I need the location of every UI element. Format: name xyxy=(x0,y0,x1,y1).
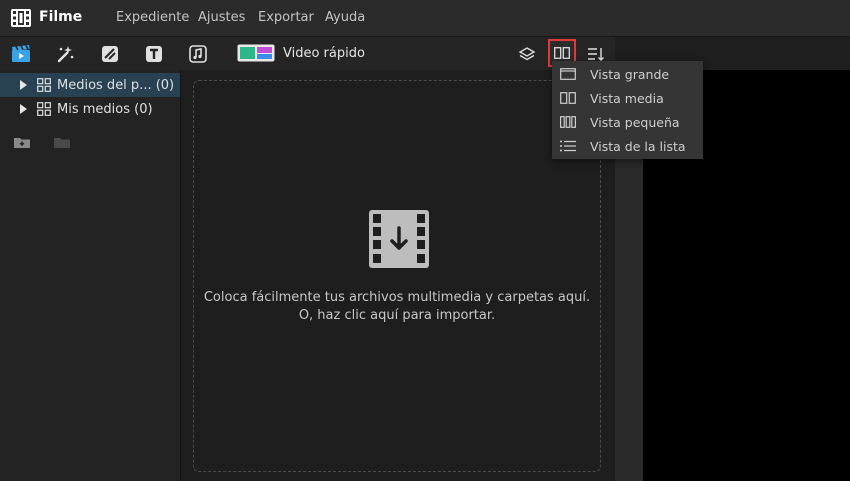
menu-exportar[interactable]: Exportar xyxy=(258,10,314,25)
menu-item-small-view[interactable]: Vista pequeña xyxy=(552,110,703,134)
menu-item-label: Vista pequeña xyxy=(590,114,680,130)
media-clapper-icon xyxy=(12,45,30,62)
quick-video-icon xyxy=(237,44,275,62)
sidebar-item-label: Mis medios (0) xyxy=(57,101,153,117)
sidebar-item-project-media[interactable]: Medios del p... (0) xyxy=(0,73,180,97)
app-name: Filme xyxy=(39,9,83,25)
quick-video-button[interactable]: Video rápido xyxy=(237,44,365,62)
layers-button[interactable] xyxy=(516,43,538,65)
folder-grid-icon xyxy=(37,102,51,116)
folder-grid-icon xyxy=(37,78,51,92)
tab-effects[interactable] xyxy=(54,43,76,65)
tab-audio[interactable] xyxy=(187,43,209,65)
sidebar-item-label: Medios del p... (0) xyxy=(57,77,175,93)
new-folder-icon[interactable] xyxy=(14,136,30,148)
menu-item-list-view[interactable]: Vista de la lista xyxy=(552,134,703,158)
media-toolbar: Video rápido xyxy=(0,37,615,71)
grid-view-icon xyxy=(554,47,570,59)
view-mode-menu: Vista grande Vista media Vista pequeña V… xyxy=(552,61,703,159)
menu-bar: Filme Expediente Ajustes Exportar Ayuda xyxy=(0,0,850,37)
sidebar-item-my-media[interactable]: Mis medios (0) xyxy=(0,97,180,121)
audio-music-icon xyxy=(189,45,207,63)
media-sidebar: Medios del p... (0) Mis medios (0) xyxy=(0,70,181,481)
small-view-icon xyxy=(560,115,576,129)
import-film-icon xyxy=(369,210,429,268)
sidebar-actions xyxy=(14,136,70,148)
transitions-icon xyxy=(102,46,118,62)
import-dropzone[interactable]: Coloca fácilmente tus archivos multimedi… xyxy=(193,80,601,472)
layers-icon xyxy=(518,47,536,61)
filme-logo-icon xyxy=(11,9,31,27)
sort-icon xyxy=(588,48,604,61)
delete-folder-icon[interactable] xyxy=(54,136,70,148)
menu-expediente[interactable]: Expediente xyxy=(116,10,189,25)
menu-item-label: Vista grande xyxy=(590,66,670,82)
tab-transitions[interactable] xyxy=(99,43,121,65)
expand-arrow-icon[interactable] xyxy=(20,104,27,114)
media-library: Coloca fácilmente tus archivos multimedi… xyxy=(181,70,615,481)
dropzone-import-hint: O, haz clic aquí para importar. xyxy=(298,308,496,323)
menu-item-label: Vista media xyxy=(590,90,664,106)
large-view-icon xyxy=(560,67,576,81)
menu-item-large-view[interactable]: Vista grande xyxy=(552,62,703,86)
expand-arrow-icon[interactable] xyxy=(20,80,27,90)
tab-text[interactable] xyxy=(143,43,165,65)
effects-magic-icon xyxy=(57,46,74,63)
menu-item-label: Vista de la lista xyxy=(590,138,686,154)
text-icon xyxy=(146,46,162,62)
quick-video-label: Video rápido xyxy=(283,45,365,61)
menu-ayuda[interactable]: Ayuda xyxy=(325,10,365,25)
menu-item-medium-view[interactable]: Vista media xyxy=(552,86,703,110)
dropzone-hint: Coloca fácilmente tus archivos multimedi… xyxy=(203,290,591,305)
tab-media[interactable] xyxy=(10,43,32,65)
menu-ajustes[interactable]: Ajustes xyxy=(198,10,245,25)
medium-view-icon xyxy=(560,91,576,105)
list-view-icon xyxy=(560,139,576,153)
